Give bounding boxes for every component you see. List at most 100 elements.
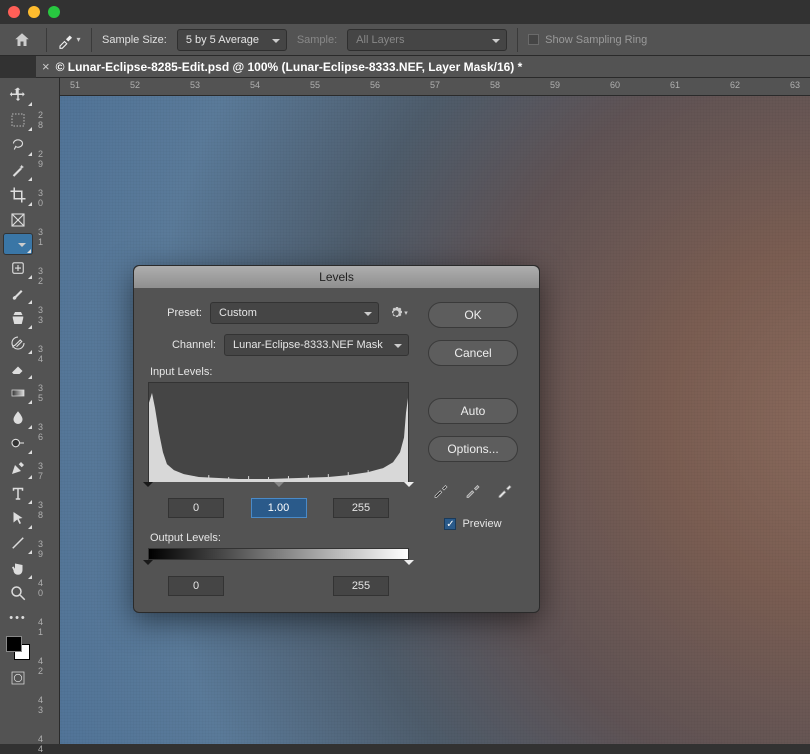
input-gamma-field[interactable]: 1.00 [251,498,307,518]
clone-stamp-tool[interactable] [3,306,33,330]
ruler-tick: 36 [38,422,58,442]
output-white-field[interactable]: 255 [333,576,389,596]
dialog-title[interactable]: Levels [134,266,539,288]
divider [91,28,92,52]
ruler-tick: 28 [38,110,58,130]
document-tab-bar: × © Lunar-Eclipse-8285-Edit.psd @ 100% (… [36,56,810,78]
window-close-button[interactable] [8,6,20,18]
sample-label: Sample: [297,34,337,46]
preview-checkbox-row[interactable]: ✓ Preview [444,518,501,530]
ruler-tick: 62 [730,80,740,90]
ruler-tick: 39 [38,539,58,559]
tools-panel: ••• [0,78,36,744]
input-white-field[interactable]: 255 [333,498,389,518]
foreground-color-swatch[interactable] [6,636,22,652]
zoom-tool[interactable] [3,581,33,605]
hand-tool[interactable] [3,556,33,580]
pen-tool[interactable] [3,456,33,480]
ruler-tick: 51 [70,80,80,90]
home-button[interactable] [8,28,36,52]
brush-tool[interactable] [3,281,33,305]
ruler-tick: 32 [38,266,58,286]
ruler-tick: 35 [38,383,58,403]
ruler-tick: 42 [38,656,58,676]
ruler-tick: 44 [38,734,58,754]
channel-select[interactable]: Lunar-Eclipse-8333.NEF Mask [224,334,409,356]
ruler-tick: 58 [490,80,500,90]
window-minimize-button[interactable] [28,6,40,18]
auto-button[interactable]: Auto [428,398,518,424]
ruler-tick: 40 [38,578,58,598]
eyedropper-tool[interactable] [3,233,33,255]
dodge-tool[interactable] [3,431,33,455]
window-zoom-button[interactable] [48,6,60,18]
gradient-tool[interactable] [3,381,33,405]
crop-tool[interactable] [3,183,33,207]
input-levels-label: Input Levels: [150,366,409,378]
show-sampling-ring: Show Sampling Ring [528,34,647,46]
cancel-button[interactable]: Cancel [428,340,518,366]
ruler-tick: 43 [38,695,58,715]
ruler-tick: 30 [38,188,58,208]
edit-toolbar-button[interactable]: ••• [3,606,33,630]
white-point-slider[interactable] [404,482,414,492]
output-gradient [148,548,409,560]
output-black-slider[interactable] [143,560,153,570]
type-tool[interactable] [3,481,33,505]
blur-tool[interactable] [3,406,33,430]
midtone-slider[interactable] [274,482,284,492]
document-tab-title[interactable]: © Lunar-Eclipse-8285-Edit.psd @ 100% (Lu… [56,60,523,74]
ruler-tick: 57 [430,80,440,90]
black-point-slider[interactable] [143,482,153,492]
output-white-slider[interactable] [404,560,414,570]
ruler-tick: 53 [190,80,200,90]
divider [517,28,518,52]
white-eyedropper-icon[interactable] [495,480,515,500]
ruler-tick: 63 [790,80,800,90]
options-bar: ▾ Sample Size: 5 by 5 Average Sample: Al… [0,24,810,56]
magic-wand-tool[interactable] [3,158,33,182]
quick-mask-button[interactable] [3,666,33,690]
ok-button[interactable]: OK [428,302,518,328]
show-sampling-ring-checkbox [528,34,539,45]
levels-dialog: Levels Preset: Custom ▾ Channel: Lunar-E… [133,265,540,613]
close-tab-icon[interactable]: × [42,59,50,74]
ruler-tick: 55 [310,80,320,90]
gray-eyedropper-icon[interactable] [463,480,483,500]
preset-label: Preset: [148,307,202,319]
ruler-tick: 61 [670,80,680,90]
input-slider[interactable] [148,482,409,492]
lasso-tool[interactable] [3,133,33,157]
move-tool[interactable] [3,83,33,107]
options-button[interactable]: Options... [428,436,518,462]
eraser-tool[interactable] [3,356,33,380]
path-select-tool[interactable] [3,506,33,530]
preset-select[interactable]: Custom [210,302,379,324]
black-eyedropper-icon[interactable] [431,480,451,500]
ruler-tick: 37 [38,461,58,481]
ruler-tick: 34 [38,344,58,364]
divider [46,28,47,52]
ruler-horizontal: 51525354555657585960616263 [60,78,810,96]
marquee-tool[interactable] [3,108,33,132]
output-black-field[interactable]: 0 [168,576,224,596]
healing-brush-tool[interactable] [3,256,33,280]
line-tool[interactable] [3,531,33,555]
sample-size-label: Sample Size: [102,34,167,46]
input-black-field[interactable]: 0 [168,498,224,518]
sample-select: All Layers [347,29,507,51]
color-swatches[interactable] [6,636,30,660]
ruler-tick: 56 [370,80,380,90]
sample-size-select[interactable]: 5 by 5 Average [177,29,287,51]
output-levels-label: Output Levels: [150,532,409,544]
history-brush-tool[interactable] [3,331,33,355]
active-tool-icon[interactable]: ▾ [57,28,81,52]
histogram [148,382,409,482]
ruler-tick: 33 [38,305,58,325]
ruler-vertical: 2829303132333435363738394041424344 [36,78,60,744]
frame-tool[interactable] [3,208,33,232]
preview-checkbox[interactable]: ✓ [444,518,456,530]
output-slider[interactable] [148,560,409,570]
ruler-tick: 52 [130,80,140,90]
preset-menu-icon[interactable]: ▾ [387,302,409,324]
